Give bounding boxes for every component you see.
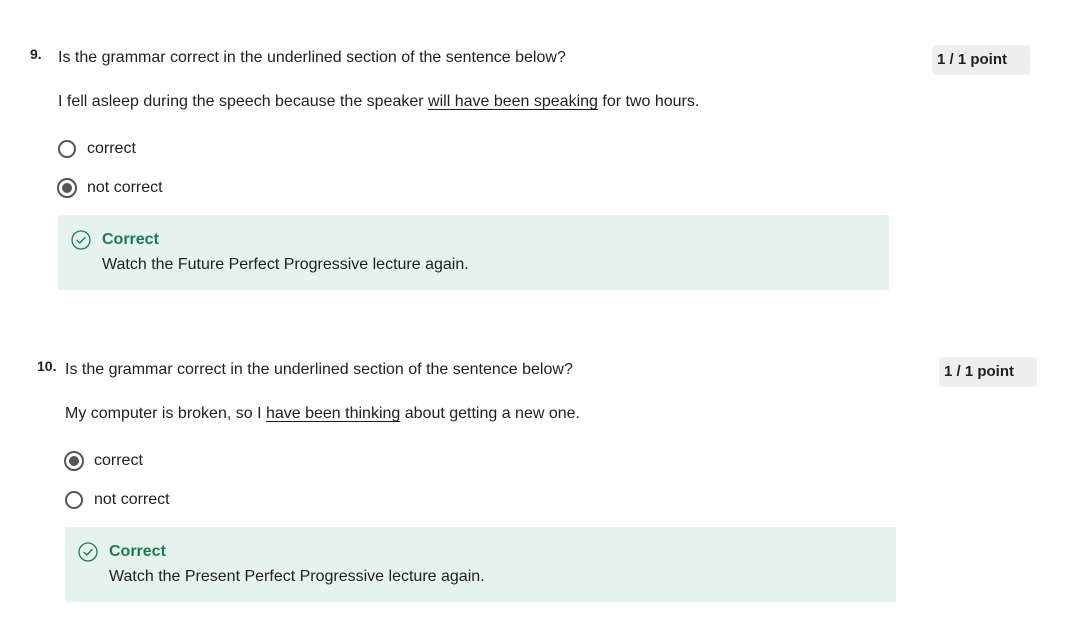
check-circle-icon [78, 542, 98, 562]
question-number: 10. [37, 358, 57, 374]
sentence-underlined: have been thinking [265, 405, 401, 422]
sentence-after: about getting a new one. [400, 405, 580, 422]
feedback-box: Correct Watch the Future Perfect Progres… [58, 215, 889, 290]
radio-button[interactable] [58, 139, 76, 158]
question-body: Is the grammar correct in the underlined… [57, 44, 898, 290]
option-label: not correct [94, 490, 170, 508]
check-circle-icon [71, 230, 91, 250]
feedback-title: Correct [71, 229, 889, 251]
feedback-title: Correct [78, 541, 896, 563]
feedback-title-text: Correct [102, 231, 159, 248]
option-label: not correct [87, 178, 163, 196]
radio-button-selected[interactable] [64, 450, 84, 471]
feedback-title-text: Correct [109, 543, 166, 560]
points-badge: 1 / 1 point [939, 357, 1037, 387]
points-badge: 1 / 1 point [932, 45, 1030, 75]
sentence-after: for two hours. [597, 93, 700, 110]
radio-button[interactable] [65, 490, 83, 509]
option-not-correct[interactable]: not correct [65, 480, 905, 519]
option-correct[interactable]: correct [58, 129, 898, 168]
feedback-text: Watch the Future Perfect Progressive lec… [102, 256, 469, 273]
question-prompt: Is the grammar correct in the underlined… [58, 49, 566, 66]
sentence-before: I fell asleep during the speech because … [58, 93, 429, 110]
answer-options: correct not correct [64, 441, 905, 519]
feedback-text: Watch the Present Perfect Progressive le… [109, 568, 485, 585]
question-prompt: Is the grammar correct in the underlined… [65, 361, 573, 378]
sentence-underlined: will have been speaking [428, 93, 598, 110]
option-label: correct [87, 139, 136, 157]
option-not-correct[interactable]: not correct [57, 168, 898, 207]
answer-options: correct not correct [57, 129, 898, 207]
option-label: correct [94, 451, 143, 469]
feedback-box: Correct Watch the Present Perfect Progre… [65, 527, 896, 602]
option-correct[interactable]: correct [64, 441, 905, 480]
question-sentence: I fell asleep during the speech because … [58, 88, 898, 116]
question-body: Is the grammar correct in the underlined… [64, 356, 905, 602]
radio-button-selected[interactable] [57, 177, 77, 198]
question-number: 9. [30, 46, 42, 62]
sentence-before: My computer is broken, so I [65, 405, 266, 422]
question-sentence: My computer is broken, so I have been th… [65, 400, 905, 428]
